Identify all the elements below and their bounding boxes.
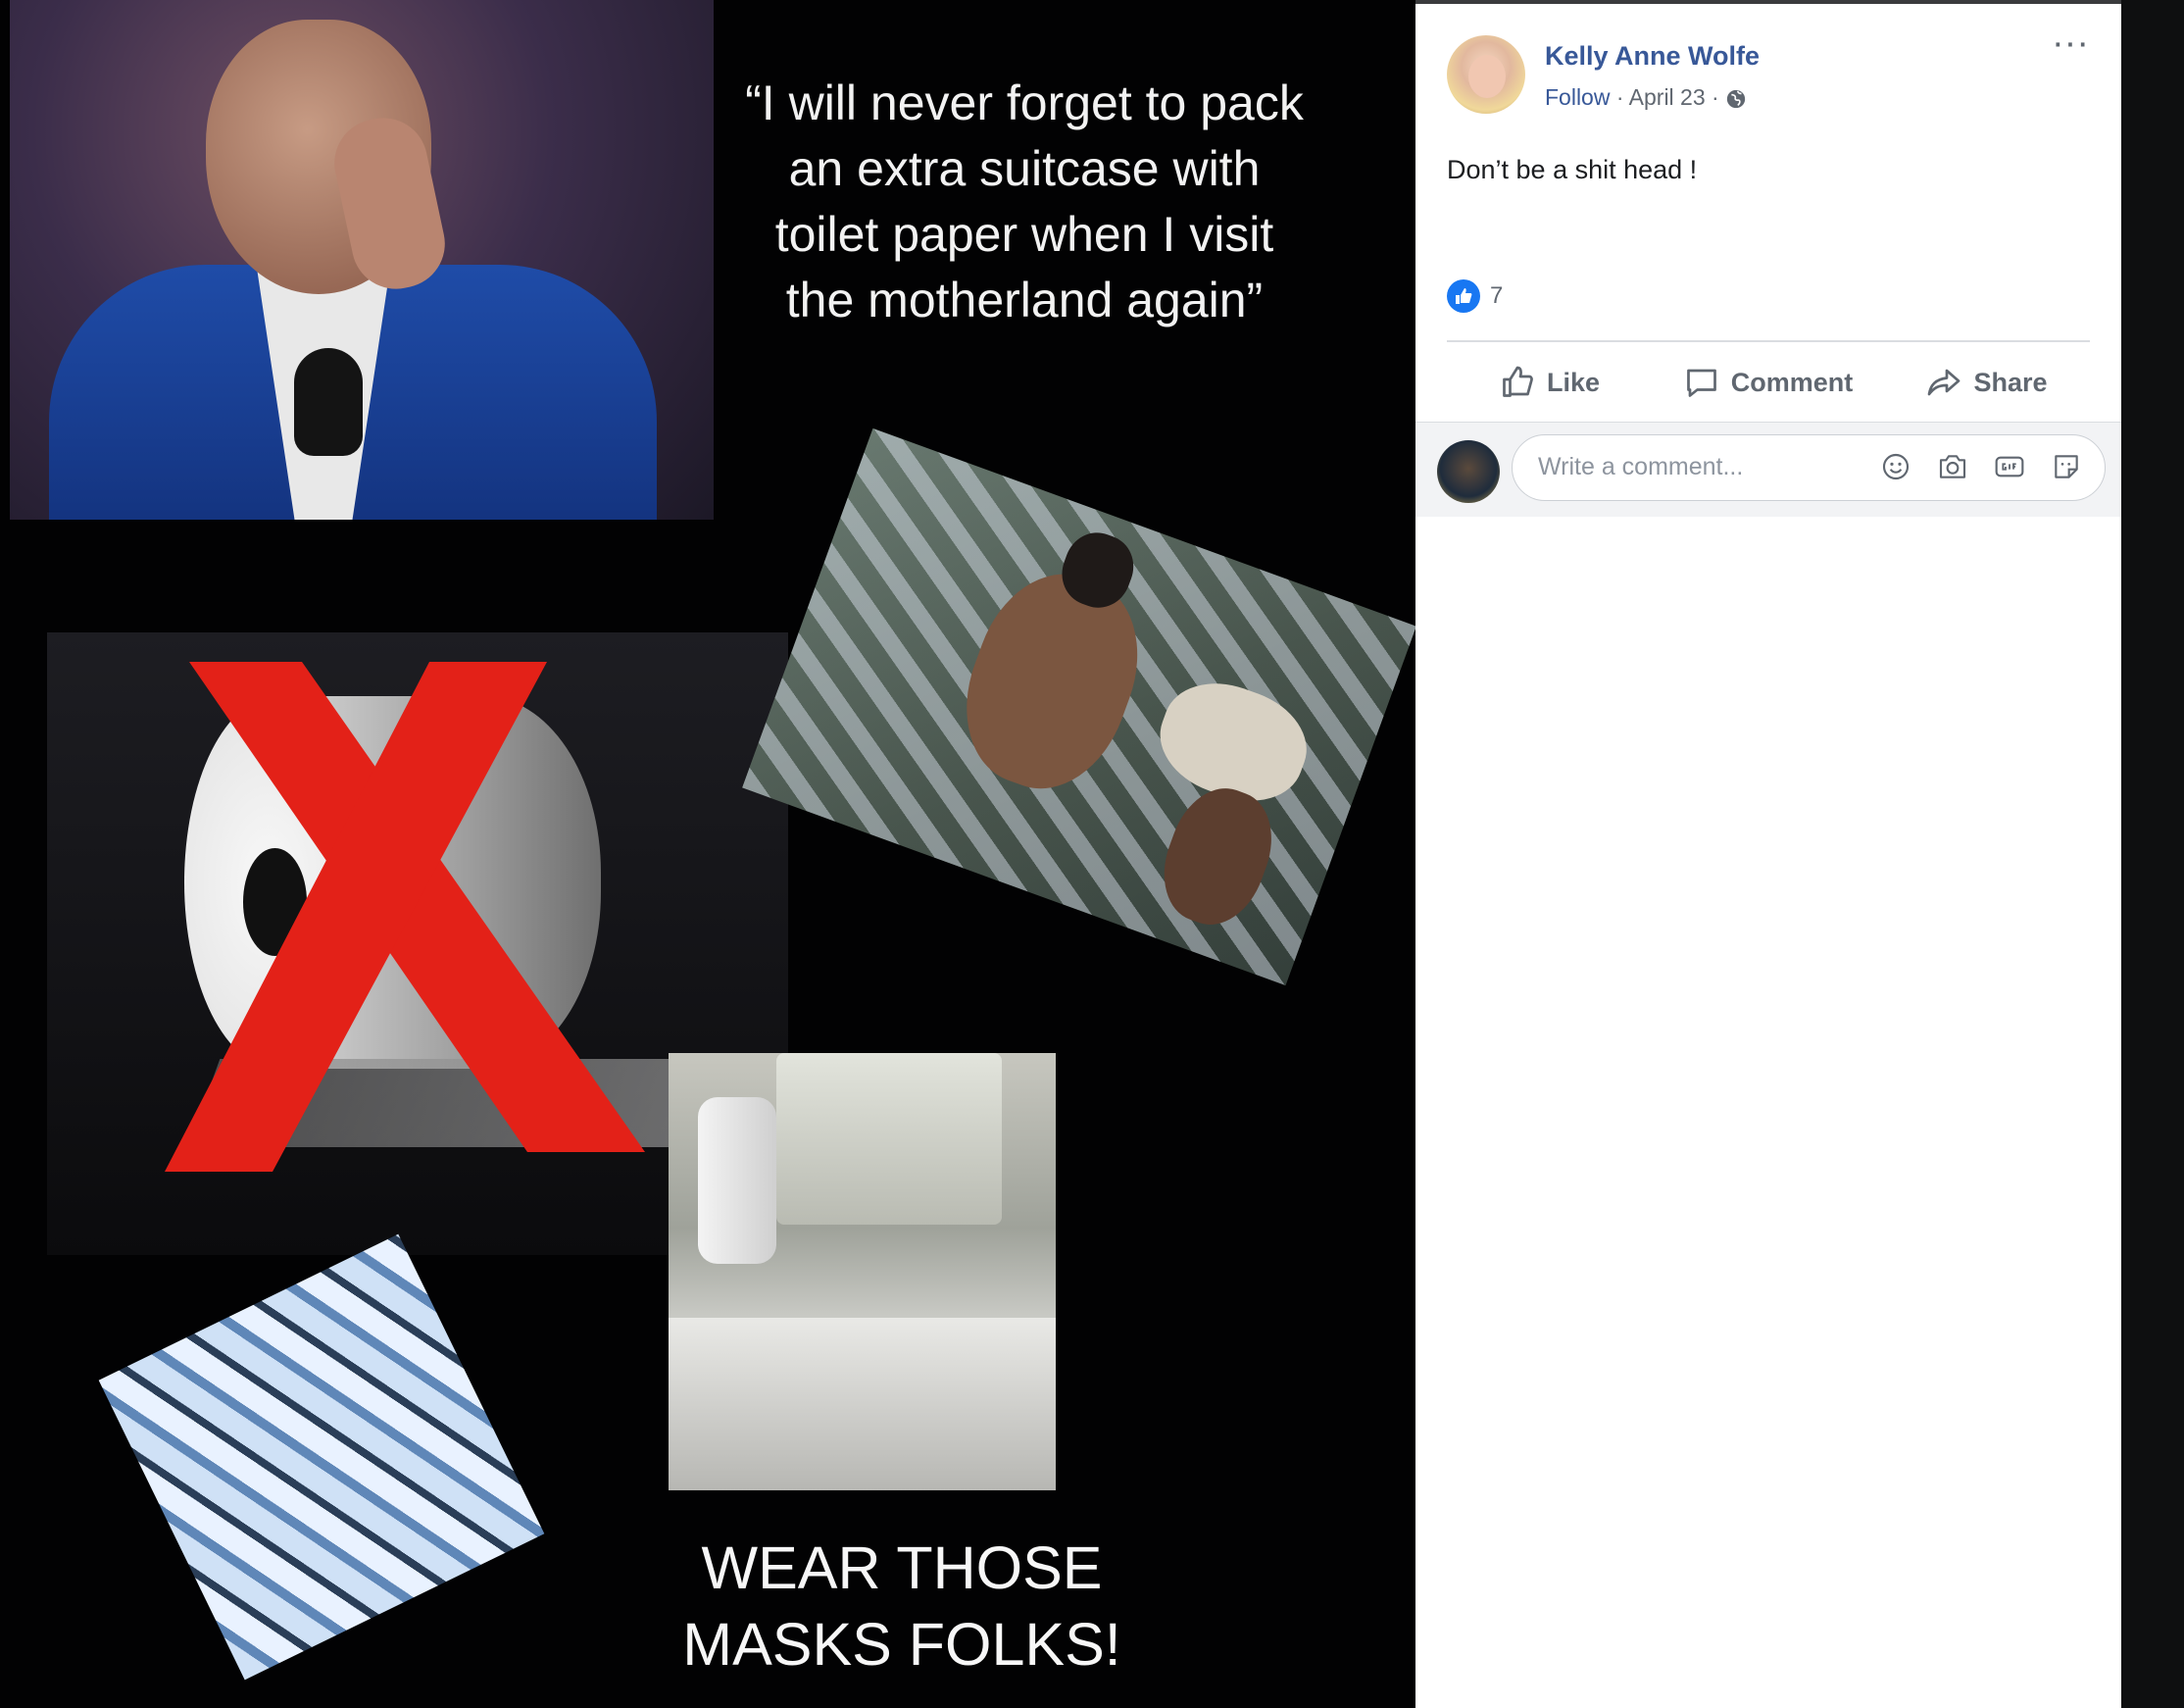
meta-separator-2: · bbox=[1712, 84, 1719, 110]
follow-link[interactable]: Follow bbox=[1545, 84, 1610, 110]
more-options-icon[interactable]: ··· bbox=[2051, 25, 2090, 62]
comment-tools bbox=[1879, 450, 2083, 483]
meta-separator-1: · bbox=[1615, 84, 1624, 110]
comment-placeholder: Write a comment... bbox=[1538, 453, 1744, 480]
comment-button[interactable]: Comment bbox=[1665, 351, 1871, 414]
sewing-machine-photo bbox=[669, 1053, 1056, 1490]
photo-viewer[interactable]: “I will never forget to pack an extra su… bbox=[0, 0, 1415, 1708]
reaction-summary[interactable]: 7 bbox=[1447, 278, 1503, 314]
thumbs-up-icon bbox=[1503, 366, 1533, 397]
comedian-photo bbox=[10, 0, 714, 520]
author-avatar[interactable] bbox=[1447, 35, 1525, 114]
post-details-panel: Kelly Anne Wolfe Follow · April 23 · ···… bbox=[1415, 4, 2121, 1708]
reaction-count: 7 bbox=[1490, 282, 1504, 309]
gif-icon[interactable] bbox=[1993, 450, 2026, 483]
comment-label: Comment bbox=[1730, 367, 1854, 397]
workers-photo bbox=[742, 427, 1415, 986]
share-label: Share bbox=[1973, 367, 2048, 397]
sticker-icon[interactable] bbox=[2050, 450, 2083, 483]
comment-bubble-icon bbox=[1686, 369, 1716, 397]
globe-icon[interactable] bbox=[1725, 88, 1747, 110]
author-name[interactable]: Kelly Anne Wolfe bbox=[1545, 41, 1760, 72]
viewer-avatar[interactable] bbox=[1437, 440, 1500, 503]
slogan-line-1: WEAR THOSE bbox=[701, 1534, 1103, 1601]
slogan-line-2: MASKS FOLKS! bbox=[682, 1611, 1121, 1678]
actions-divider bbox=[1447, 340, 2090, 342]
masks-pile-photo bbox=[98, 1233, 545, 1681]
like-button[interactable]: Like bbox=[1447, 351, 1653, 414]
post-actions: Like Comment Share bbox=[1447, 343, 2090, 422]
share-arrow-icon bbox=[1928, 369, 1961, 396]
red-x-icon bbox=[165, 662, 645, 1172]
meme-slogan: WEAR THOSE MASKS FOLKS! bbox=[627, 1530, 1176, 1683]
like-label: Like bbox=[1546, 367, 1601, 397]
camera-icon[interactable] bbox=[1936, 450, 1969, 483]
share-button[interactable]: Share bbox=[1884, 351, 2090, 414]
post-meta: Follow · April 23 · bbox=[1545, 84, 1747, 111]
comment-input[interactable]: Write a comment... bbox=[1512, 434, 2106, 501]
right-edge-background bbox=[2121, 0, 2184, 1708]
post-date[interactable]: April 23 bbox=[1629, 84, 1706, 110]
post-text: Don’t be a shit head ! bbox=[1447, 155, 1698, 184]
like-reaction-icon bbox=[1447, 279, 1480, 313]
comment-composer: Write a comment... bbox=[1415, 422, 2121, 517]
meme-quote: “I will never forget to pack an extra su… bbox=[745, 75, 1304, 327]
emoji-icon[interactable] bbox=[1879, 450, 1912, 483]
